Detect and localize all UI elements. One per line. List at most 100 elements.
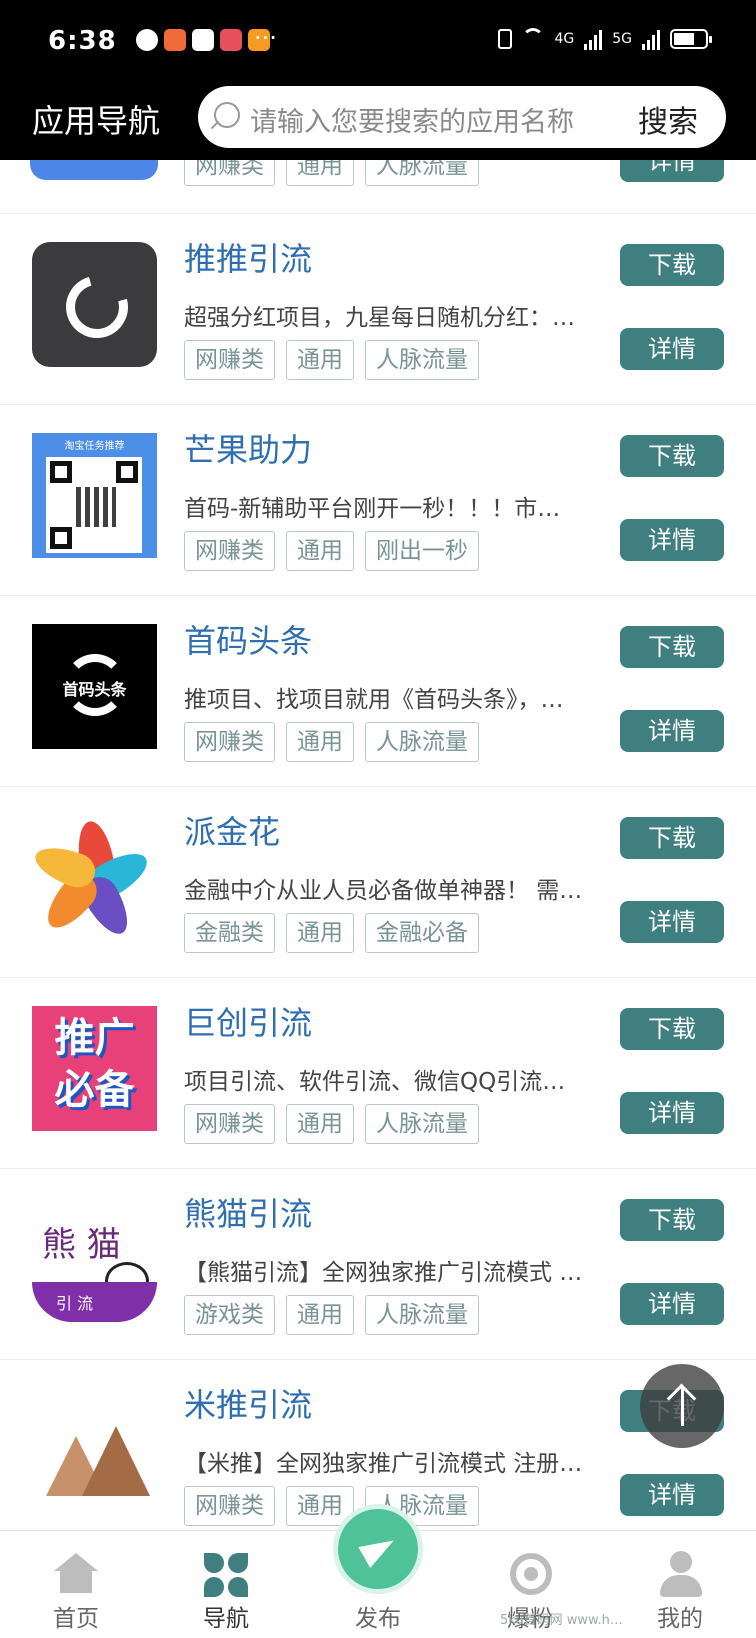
panda-logo-icon: 熊 猫 引 流 — [32, 1197, 157, 1322]
user-icon — [660, 1551, 702, 1597]
detail-button[interactable]: 详情 — [620, 519, 724, 561]
download-button[interactable]: 下载 — [620, 626, 724, 668]
app-header: 应用导航 请输入您要搜索的应用名称 搜索 — [0, 84, 756, 160]
app-description: 金融中介从业人员必备做单神器！ 需… — [184, 878, 583, 904]
detail-button[interactable]: 详情 — [620, 1283, 724, 1325]
nav-item-profile[interactable]: 我的 — [620, 1531, 740, 1638]
book-icon — [220, 29, 242, 51]
tag[interactable]: 人脉流量 — [365, 160, 479, 186]
tag-list: 游戏类 通用 人脉流量 — [184, 1295, 479, 1335]
tag[interactable]: 人脉流量 — [365, 1104, 479, 1144]
nav-item-navigation[interactable]: 导航 — [166, 1531, 286, 1638]
tag-list: 网赚类 通用 人脉流量 — [184, 160, 479, 186]
tag-list: 网赚类 通用 人脉流量 — [184, 1104, 479, 1144]
shouma-logo-icon: 首码头条 — [32, 624, 157, 749]
signal-icon-2 — [642, 28, 660, 50]
tag[interactable]: 通用 — [286, 340, 354, 380]
download-button[interactable]: 下载 — [620, 817, 724, 859]
tag[interactable]: 通用 — [286, 1486, 354, 1526]
search-bar[interactable]: 请输入您要搜索的应用名称 搜索 — [198, 86, 726, 148]
list-item[interactable]: 米推引流 【米推】全网独家推广引流模式 注册… 网赚类 通用 人脉流量 下载 详… — [0, 1360, 756, 1530]
tag[interactable]: 通用 — [286, 913, 354, 953]
detail-button[interactable]: 详情 — [620, 710, 724, 752]
app-name[interactable]: 派金花 — [184, 807, 280, 853]
tag-list: 网赚类 通用 人脉流量 — [184, 340, 479, 380]
system-icons: 4G 5G — [498, 28, 712, 50]
network-5g-label: 5G — [612, 31, 632, 47]
tag[interactable]: 人脉流量 — [365, 1295, 479, 1335]
list-item[interactable]: 推广必备 巨创引流 项目引流、软件引流、微信QQ引流… 网赚类 通用 人脉流量 … — [0, 978, 756, 1169]
app-description: 【熊猫引流】全网独家推广引流模式 … — [184, 1260, 583, 1286]
app-icon-partial — [30, 160, 158, 180]
app-name[interactable]: 芒果助力 — [184, 425, 312, 471]
status-bar: 6:38 ··· 4G 5G — [0, 0, 756, 84]
search-input[interactable]: 请输入您要搜索的应用名称 — [250, 100, 574, 139]
page-title: 应用导航 — [32, 102, 161, 140]
nav-item-home[interactable]: 首页 — [16, 1531, 136, 1638]
tag[interactable]: 通用 — [286, 160, 354, 186]
download-button[interactable]: 下载 — [620, 435, 724, 477]
app-name[interactable]: 米推引流 — [184, 1380, 312, 1426]
nav-label: 首页 — [53, 1606, 99, 1632]
app-name[interactable]: 巨创引流 — [184, 998, 312, 1044]
tag[interactable]: 金融必备 — [365, 913, 479, 953]
vibrate-icon — [498, 29, 513, 49]
signal-icon — [584, 28, 603, 50]
tag-list: 网赚类 通用 人脉流量 — [184, 1486, 479, 1526]
notification-icons — [136, 29, 270, 51]
list-item[interactable]: 熊 猫 引 流 熊猫引流 【熊猫引流】全网独家推广引流模式 … 游戏类 通用 人… — [0, 1169, 756, 1360]
bottom-nav: 首页 导航 发布 爆粉 我的 5ku首码网 www.h… — [0, 1509, 756, 1638]
download-button[interactable]: 下载 — [620, 244, 724, 286]
tag[interactable]: 人脉流量 — [365, 340, 479, 380]
app-name[interactable]: 首码头条 — [184, 616, 312, 662]
icon-caption: 首码头条 — [62, 680, 127, 699]
app-name[interactable]: 熊猫引流 — [184, 1189, 312, 1235]
tag-list: 网赚类 通用 刚出一秒 — [184, 531, 479, 571]
watermark: 5ku首码网 www.h… — [500, 1613, 623, 1628]
download-button[interactable]: 下载 — [620, 1199, 724, 1241]
tag[interactable]: 网赚类 — [184, 1104, 275, 1144]
tag[interactable]: 通用 — [286, 1104, 354, 1144]
list-item[interactable]: 推推引流 超强分红项目，九星每日随机分红：… 网赚类 通用 人脉流量 下载 详情 — [0, 214, 756, 405]
tag[interactable]: 网赚类 — [184, 1486, 275, 1526]
detail-button[interactable]: 详情 — [620, 901, 724, 943]
icon-caption: 淘宝任务推荐 — [64, 441, 125, 452]
tag[interactable]: 通用 — [286, 531, 354, 571]
icon-caption: 推广必备 — [54, 1015, 135, 1113]
promo-logo-icon: 推广必备 — [32, 1006, 157, 1131]
scroll-to-top-button[interactable] — [640, 1364, 724, 1448]
tag[interactable]: 通用 — [286, 1295, 354, 1335]
tag[interactable]: 金融类 — [184, 913, 275, 953]
detail-button[interactable]: 详情 — [620, 1474, 724, 1516]
nav-label: 导航 — [203, 1606, 249, 1632]
list-item[interactable]: 首码头条 首码头条 推项目、找项目就用《首码头条》，… 网赚类 通用 人脉流量 … — [0, 596, 756, 787]
qrcode-icon: 淘宝任务推荐 — [32, 433, 157, 558]
app-name[interactable]: 推推引流 — [184, 234, 312, 280]
list-item[interactable]: 派金花 金融中介从业人员必备做单神器！ 需… 金融类 通用 金融必备 下载 详情 — [0, 787, 756, 978]
app-description: 【米推】全网独家推广引流模式 注册… — [184, 1451, 583, 1477]
tag[interactable]: 通用 — [286, 722, 354, 762]
tag[interactable]: 网赚类 — [184, 340, 275, 380]
tag[interactable]: 网赚类 — [184, 160, 275, 186]
network-4g-label: 4G — [554, 31, 575, 47]
list-item[interactable]: 淘宝任务推荐 芒果助力 首码-新辅助平台刚开一秒！！！市… 网赚类 通用 刚出一… — [0, 405, 756, 596]
tag[interactable]: 游戏类 — [184, 1295, 275, 1335]
detail-button[interactable]: 详情 — [620, 160, 724, 182]
nav-label: 我的 — [657, 1606, 703, 1632]
app-description: 首码-新辅助平台刚开一秒！！！市… — [184, 496, 561, 522]
tag[interactable]: 网赚类 — [184, 531, 275, 571]
wechat-icon — [136, 29, 158, 51]
tag[interactable]: 人脉流量 — [365, 722, 479, 762]
tag[interactable]: 刚出一秒 — [365, 531, 479, 571]
spinner-icon — [32, 242, 157, 367]
more-notifications-icon: ··· — [254, 24, 277, 52]
detail-button[interactable]: 详情 — [620, 1092, 724, 1134]
icon-caption: 熊 猫 — [42, 1225, 121, 1265]
search-button[interactable]: 搜索 — [638, 97, 698, 141]
target-icon — [510, 1553, 552, 1595]
tag[interactable]: 网赚类 — [184, 722, 275, 762]
nav-item-publish[interactable]: 发布 — [318, 1531, 438, 1638]
detail-button[interactable]: 详情 — [620, 328, 724, 370]
download-button[interactable]: 下载 — [620, 1008, 724, 1050]
app-description: 超强分红项目，九星每日随机分红：… — [184, 305, 575, 331]
